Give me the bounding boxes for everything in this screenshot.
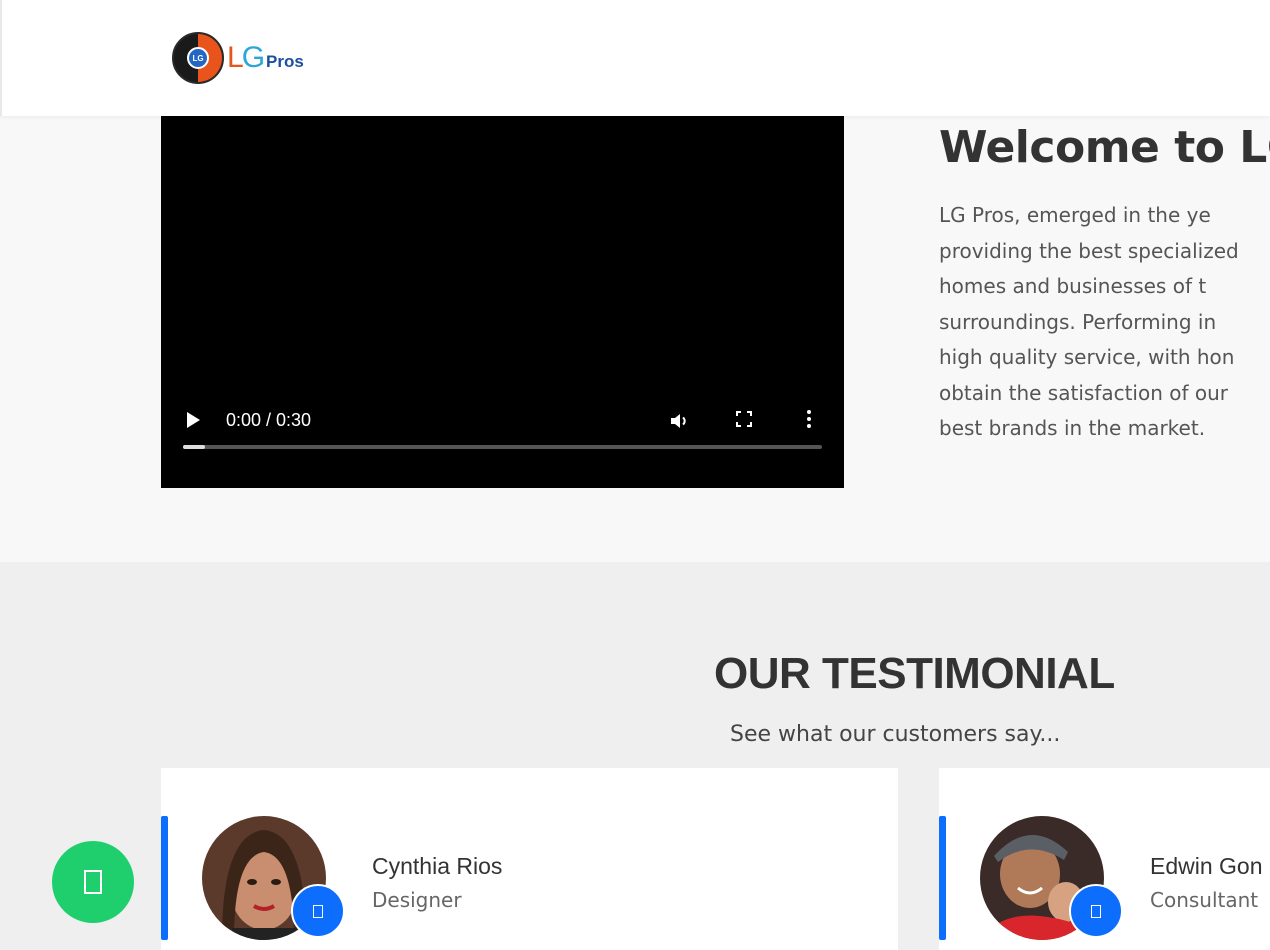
- person-role: Consultant: [1150, 888, 1259, 912]
- play-icon[interactable]: [187, 412, 200, 428]
- welcome-title: Welcome to LG: [939, 122, 1270, 173]
- video-controls: 0:00 / 0:30: [161, 368, 844, 449]
- welcome-line: high quality service, with hon: [939, 345, 1235, 369]
- video-progress-bar[interactable]: [183, 445, 822, 449]
- quote-icon: [1069, 884, 1123, 938]
- welcome-line: providing the best specialized: [939, 238, 1239, 263]
- card-accent-bar: [939, 816, 946, 940]
- more-options-icon[interactable]: [807, 410, 811, 428]
- site-header: LG L G Pros: [0, 0, 1270, 116]
- video-time: 0:00 / 0:30: [226, 410, 312, 430]
- person-role: Designer: [372, 888, 462, 912]
- testimonial-subtitle: See what our customers say...: [730, 722, 1061, 747]
- card-accent-bar: [161, 816, 168, 940]
- welcome-line: obtain the satisfaction of our: [939, 380, 1229, 405]
- volume-icon[interactable]: [668, 409, 692, 433]
- welcome-line: homes and businesses of t: [939, 274, 1207, 298]
- logo-wordmark: L G Pros: [227, 41, 304, 74]
- welcome-line: surroundings. Performing in: [939, 309, 1217, 334]
- site-logo[interactable]: LG L G Pros: [172, 32, 304, 84]
- video-progress-fill: [183, 445, 206, 449]
- whatsapp-icon: [84, 870, 102, 894]
- person-name: Edwin Gon: [1150, 853, 1263, 879]
- video-player[interactable]: 0:00 / 0:30: [161, 116, 844, 488]
- testimonial-card: Edwin Gon Consultant: [939, 768, 1270, 950]
- person-name: Cynthia Rios: [372, 853, 503, 879]
- welcome-line: best brands in the market.: [939, 416, 1206, 440]
- welcome-paragraph: LG Pros, emerged in the ye providing the…: [939, 198, 1270, 447]
- whatsapp-chat-button[interactable]: [52, 841, 134, 923]
- quote-icon: [291, 884, 345, 938]
- testimonial-title: OUR TESTIMONIAL: [714, 649, 1115, 698]
- testimonial-card: Cynthia Rios Designer: [161, 768, 898, 950]
- fullscreen-icon[interactable]: [736, 411, 752, 427]
- welcome-line: LG Pros, emerged in the ye: [939, 203, 1211, 227]
- logo-badge-icon: LG: [172, 32, 224, 84]
